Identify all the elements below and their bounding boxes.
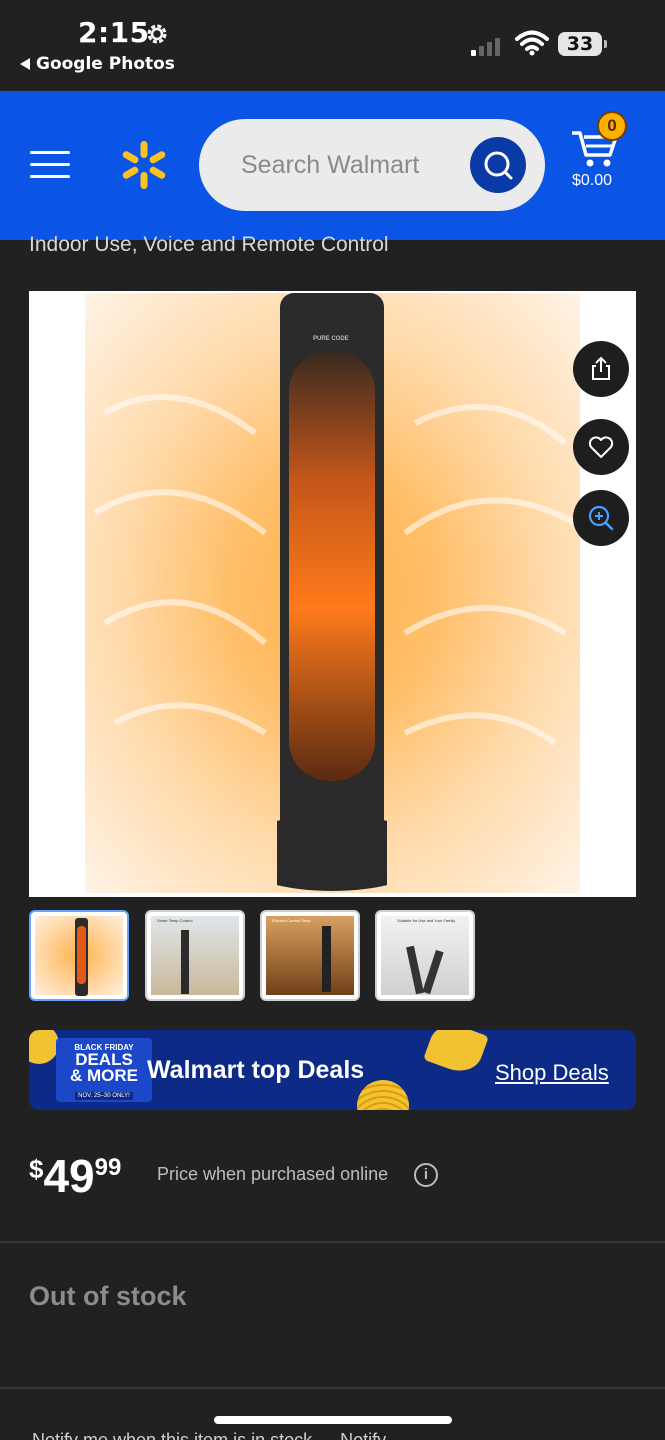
heater-brand-text: PURE CODE: [313, 336, 349, 342]
thumbnail-4[interactable]: Suitable for Use and Your Family: [375, 910, 475, 1001]
notify-text: Notify me when this item is in stock — N…: [32, 1430, 387, 1440]
decorative-shell: [357, 1080, 409, 1110]
back-arrow-icon: [20, 58, 30, 70]
search-placeholder: Search Walmart: [241, 151, 420, 179]
heart-icon: [588, 436, 614, 458]
search-icon: [484, 151, 513, 180]
battery-tip: [604, 40, 607, 48]
product-main-image[interactable]: PURE CODE: [29, 291, 636, 897]
zoom-button[interactable]: [573, 490, 629, 546]
share-button[interactable]: [573, 341, 629, 397]
thumbnail-3[interactable]: Efficient Control Shop: [260, 910, 360, 1001]
black-friday-badge: BLACK FRIDAY DEALS & MORE NOV. 25–30 ONL…: [56, 1038, 152, 1102]
divider: [0, 1241, 665, 1243]
share-icon: [592, 356, 610, 380]
price-note: Price when purchased online: [157, 1164, 389, 1184]
info-icon[interactable]: i: [414, 1163, 438, 1187]
hamburger-menu-icon[interactable]: [30, 151, 70, 181]
gear-icon: [147, 24, 167, 44]
stock-status: Out of stock: [29, 1281, 187, 1311]
decorative-leaf: [423, 1030, 489, 1078]
decorative-leaf: [29, 1030, 59, 1064]
favorite-button[interactable]: [573, 419, 629, 475]
tower-heater-image: [277, 293, 387, 891]
zoom-in-icon: [588, 505, 614, 531]
banner-title: Walmart top Deals: [147, 1056, 365, 1084]
signal-icon: [471, 36, 500, 56]
cart-total: $0.00: [572, 172, 613, 189]
search-input[interactable]: Search Walmart: [199, 119, 545, 211]
product-price: $ 49 99: [29, 1150, 122, 1202]
black-friday-banner[interactable]: BLACK FRIDAY DEALS & MORE NOV. 25–30 ONL…: [29, 1030, 636, 1110]
back-to-app-link[interactable]: Google Photos: [20, 54, 175, 74]
product-title-tail: Indoor Use, Voice and Remote Control: [29, 236, 389, 256]
walmart-header: Search Walmart: [0, 91, 665, 240]
cart-count-badge: 0: [597, 111, 627, 141]
clock: 2:15: [78, 16, 150, 49]
thumbnail-1[interactable]: [29, 910, 129, 1001]
shop-deals-link[interactable]: Shop Deals: [495, 1060, 609, 1086]
status-bar: 2:15 Google Photos 33: [0, 0, 665, 91]
thumbnail-2[interactable]: Smart Temp Control: [145, 910, 245, 1001]
walmart-spark-logo[interactable]: [118, 139, 170, 191]
home-indicator[interactable]: [214, 1416, 452, 1424]
back-app-label: Google Photos: [36, 54, 175, 74]
divider: [0, 1387, 665, 1389]
battery-indicator: 33: [558, 32, 602, 56]
wifi-icon: [515, 30, 549, 56]
search-button[interactable]: [470, 137, 526, 193]
notify-me-row[interactable]: Notify me when this item is in stock — N…: [32, 1430, 386, 1440]
